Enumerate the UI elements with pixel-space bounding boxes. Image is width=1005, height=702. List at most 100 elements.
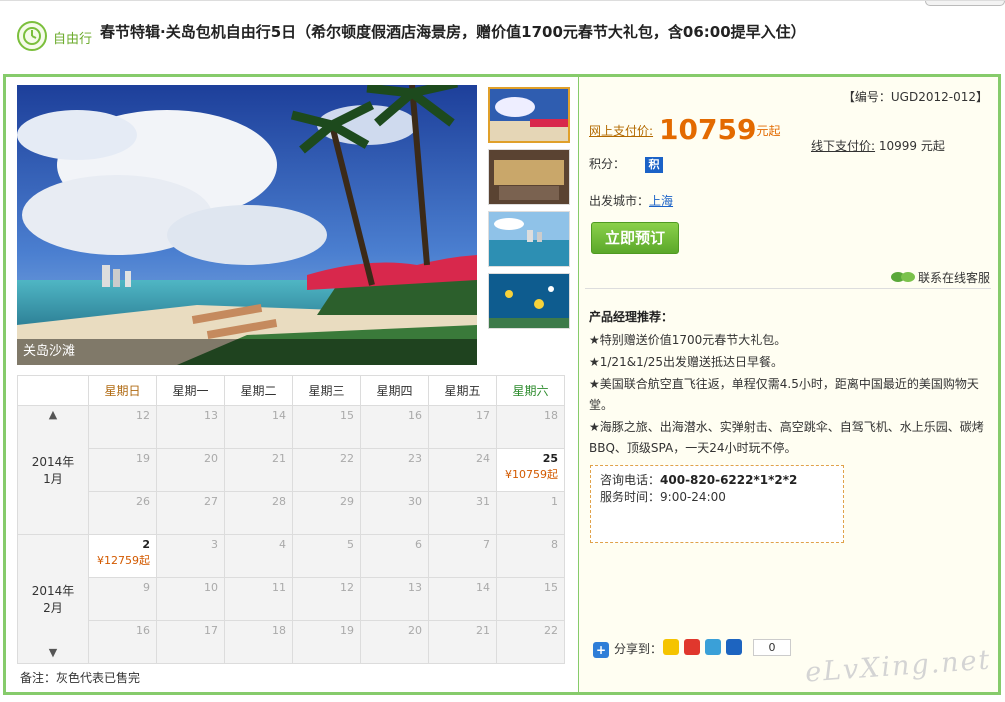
thumbnail-beach[interactable] [488, 87, 570, 143]
recommend-item: ★海豚之旅、出海潜水、实弹射击、高空跳伞、自驾飞机、水上乐园、碳烤BBQ、顶级S… [589, 420, 984, 455]
product-panel: 关岛沙滩 星期日 星期一 星期二 星期三 星期四 星期五 星期六 ▲ 2014年… [3, 74, 1001, 695]
calendar-day: 15 [496, 577, 565, 621]
calendar-day: 17 [428, 405, 497, 449]
calendar-day: 18 [224, 620, 293, 664]
calendar-day: 14 [428, 577, 497, 621]
thumbnail-underwater[interactable] [488, 273, 570, 329]
calendar-day: 16 [88, 620, 157, 664]
calendar-day: 21 [224, 448, 293, 492]
next-month-arrow-icon[interactable]: ▼ [18, 646, 88, 659]
calendar-corner [17, 375, 89, 406]
consult-phone: 400-820-6222*1*2*2 [660, 473, 798, 487]
calendar-day: 26 [88, 491, 157, 535]
thumbnail-coast[interactable] [488, 211, 570, 267]
online-price-unit: 元起 [756, 124, 781, 138]
calendar-day: 5 [292, 534, 361, 578]
online-price-row: 网上支付价: 10759元起 [589, 113, 780, 146]
book-now-button[interactable]: 立即预订 [591, 222, 679, 254]
calendar-day: 19 [88, 448, 157, 492]
departure-city-link[interactable]: 上海 [649, 194, 673, 208]
day-number: 2 [142, 538, 150, 551]
online-price: 10759 [659, 113, 757, 146]
calendar-day: 28 [224, 491, 293, 535]
month-label-feb: 2014年 2月 ▼ [17, 534, 89, 664]
recommend-item: ★美国联合航空直飞往返，单程仅需4.5小时，距离中国最近的美国购物天堂。 [589, 377, 979, 412]
points-label: 积分： [589, 157, 626, 171]
consult-phone-row: 咨询电话：400-820-6222*1*2*2 [600, 472, 834, 489]
main-photo[interactable]: 关岛沙滩 [17, 85, 477, 365]
weekday-sunday: 星期日 [88, 375, 157, 406]
calendar-day: 1 [496, 491, 565, 535]
calendar-day: 30 [360, 491, 429, 535]
thumbnail-mall[interactable] [488, 149, 570, 205]
calendar-day: 4 [224, 534, 293, 578]
consult-hours-row: 服务时间：9:00-24:00 [600, 489, 834, 506]
recommend-title: 产品经理推荐： [589, 310, 674, 324]
section-divider [585, 288, 991, 289]
departure-city-row: 出发城市：上海 [589, 192, 673, 209]
weibo-icon[interactable] [684, 639, 700, 655]
calendar-week-row: 19 20 21 22 23 24 25 ¥10759起 [18, 448, 565, 492]
calendar-week-row: ▲ 2014年 1月 12 13 14 15 16 17 18 [17, 405, 565, 535]
qzone-star-icon[interactable] [663, 639, 679, 655]
calendar-day: 20 [360, 620, 429, 664]
offline-price-link[interactable]: 线下支付价: [811, 139, 875, 153]
page-header: 自由行 春节特辑·关岛包机自由行5日（希尔顿度假酒店海景房，赠价值1700元春节… [0, 0, 1005, 74]
prev-month-arrow-icon[interactable]: ▲ [18, 408, 88, 421]
calendar-day: 24 [428, 448, 497, 492]
calendar-day: 9 [88, 577, 157, 621]
recommend-item: ★1/21&1/25出发赠送抵达日早餐。 [589, 355, 784, 369]
thumbnail-strip [488, 87, 570, 335]
calendar-day: 7 [428, 534, 497, 578]
calendar-day: 22 [292, 448, 361, 492]
weekday-thursday: 星期四 [360, 375, 429, 406]
gallery-calendar-pane: 关岛沙滩 星期日 星期一 星期二 星期三 星期四 星期五 星期六 ▲ 2014年… [6, 77, 578, 692]
calendar-day: 19 [292, 620, 361, 664]
calendar-week-row: 26 27 28 29 30 31 1 [18, 491, 565, 535]
calendar-day-available[interactable]: 25 ¥10759起 [496, 448, 565, 492]
calendar-day: 10 [156, 577, 225, 621]
day-number: 25 [542, 452, 558, 465]
tencent-weibo-icon[interactable] [705, 639, 721, 655]
contact-service-label: 联系在线客服 [917, 271, 990, 285]
clock-icon [17, 21, 47, 51]
calendar-day: 20 [156, 448, 225, 492]
online-price-link[interactable]: 网上支付价: [589, 124, 653, 138]
weekday-saturday: 星期六 [496, 375, 565, 406]
calendar-day: 13 [156, 405, 225, 449]
booking-info-pane: 【编号：UGD2012-012】 网上支付价: 10759元起 线下支付价: 10… [578, 77, 998, 692]
calendar-day: 14 [224, 405, 293, 449]
weekday-monday: 星期一 [156, 375, 225, 406]
beach-photo [17, 85, 477, 365]
consult-phone-label: 咨询电话： [600, 473, 661, 487]
weekday-friday: 星期五 [428, 375, 497, 406]
month-label-text: 2014年 2月 [31, 584, 75, 615]
share-label: 分享到： [614, 642, 663, 656]
calendar-day: 29 [292, 491, 361, 535]
consult-hours-label: 服务时间： [600, 490, 661, 504]
calendar-day: 11 [224, 577, 293, 621]
share-plus-icon[interactable]: + [593, 641, 609, 658]
consult-box: 咨询电话：400-820-6222*1*2*2 服务时间：9:00-24:00 [590, 465, 844, 543]
day-price: ¥10759起 [505, 468, 558, 481]
chat-bubble-icon [890, 272, 915, 282]
product-type-tag: 自由行 [53, 32, 93, 47]
calendar-day: 31 [428, 491, 497, 535]
calendar-week-row: 9 10 11 12 13 14 15 [18, 577, 565, 621]
calendar-day-available[interactable]: 2 ¥12759起 [88, 534, 157, 578]
calendar-note: 备注：灰色代表已售完 [20, 671, 141, 685]
share-icons [663, 639, 747, 655]
recommend-item: ★特别赠送价值1700元春节大礼包。 [589, 333, 787, 347]
recommend-list: ★特别赠送价值1700元春节大礼包。 ★1/21&1/25出发赠送抵达日早餐。 … [589, 330, 985, 460]
share-row: + 分享到： [593, 640, 662, 658]
calendar-day: 22 [496, 620, 565, 664]
calendar-day: 18 [496, 405, 565, 449]
month-label-text: 2014年 1月 [31, 455, 75, 486]
page-title: 春节特辑·关岛包机自由行5日（希尔顿度假酒店海景房，赠价值1700元春节大礼包，… [100, 23, 806, 41]
renren-icon[interactable] [726, 639, 742, 655]
consult-hours: 9:00-24:00 [660, 490, 726, 504]
calendar-day: 27 [156, 491, 225, 535]
calendar-day: 12 [88, 405, 157, 449]
departure-calendar: 星期日 星期一 星期二 星期三 星期四 星期五 星期六 ▲ 2014年 1月 1… [17, 375, 565, 664]
contact-service-link[interactable]: 联系在线客服 [890, 269, 990, 286]
